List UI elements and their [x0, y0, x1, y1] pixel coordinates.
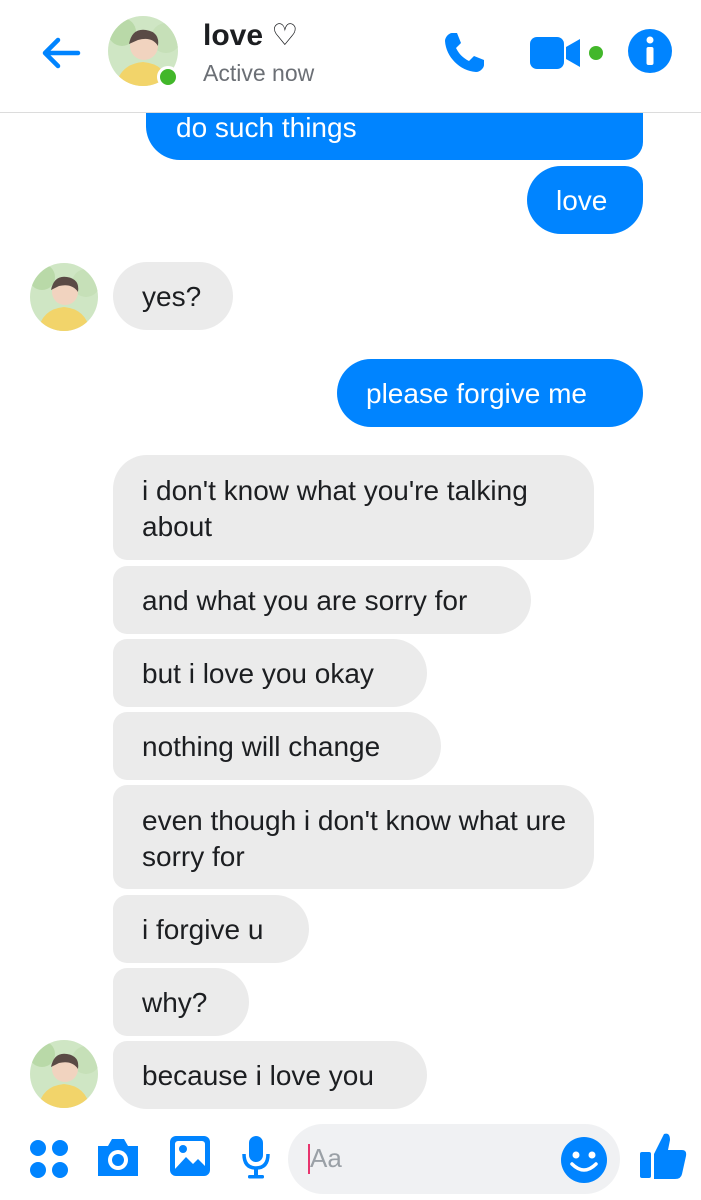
apps-grid-icon[interactable] [28, 1138, 70, 1180]
sent-message[interactable]: please forgive me [337, 359, 643, 427]
received-message[interactable]: because i love you [113, 1041, 427, 1109]
image-icon[interactable] [168, 1134, 212, 1178]
message-composer: Aa [0, 1118, 701, 1200]
received-message[interactable]: i forgive u [113, 895, 309, 963]
message-input[interactable]: Aa [288, 1124, 620, 1194]
thumbs-up-icon[interactable] [638, 1130, 688, 1182]
microphone-icon[interactable] [240, 1134, 272, 1180]
online-status-dot [157, 66, 179, 88]
contact-name[interactable]: love ♡ [203, 18, 298, 53]
received-message[interactable]: but i love you okay [113, 639, 427, 707]
received-message[interactable]: why? [113, 968, 249, 1036]
received-message[interactable]: i don't know what you're talking about [113, 455, 594, 560]
camera-icon[interactable] [94, 1136, 142, 1180]
contact-avatar-small[interactable] [30, 263, 98, 331]
active-status: Active now [203, 60, 315, 86]
received-message[interactable]: even though i don't know what ure sorry … [113, 785, 594, 889]
message-input-placeholder: Aa [310, 1143, 342, 1173]
back-arrow-icon[interactable] [38, 30, 84, 76]
video-camera-icon[interactable] [530, 33, 606, 73]
phone-icon[interactable] [440, 29, 488, 77]
conversation-header: love ♡ Active now [0, 0, 701, 113]
received-message[interactable]: yes? [113, 262, 233, 330]
emoji-icon[interactable] [560, 1136, 608, 1184]
sent-message[interactable]: love [527, 166, 643, 234]
received-message[interactable]: and what you are sorry for [113, 566, 531, 634]
received-message[interactable]: nothing will change [113, 712, 441, 780]
info-icon[interactable] [627, 28, 673, 74]
contact-avatar-small[interactable] [30, 1040, 98, 1108]
